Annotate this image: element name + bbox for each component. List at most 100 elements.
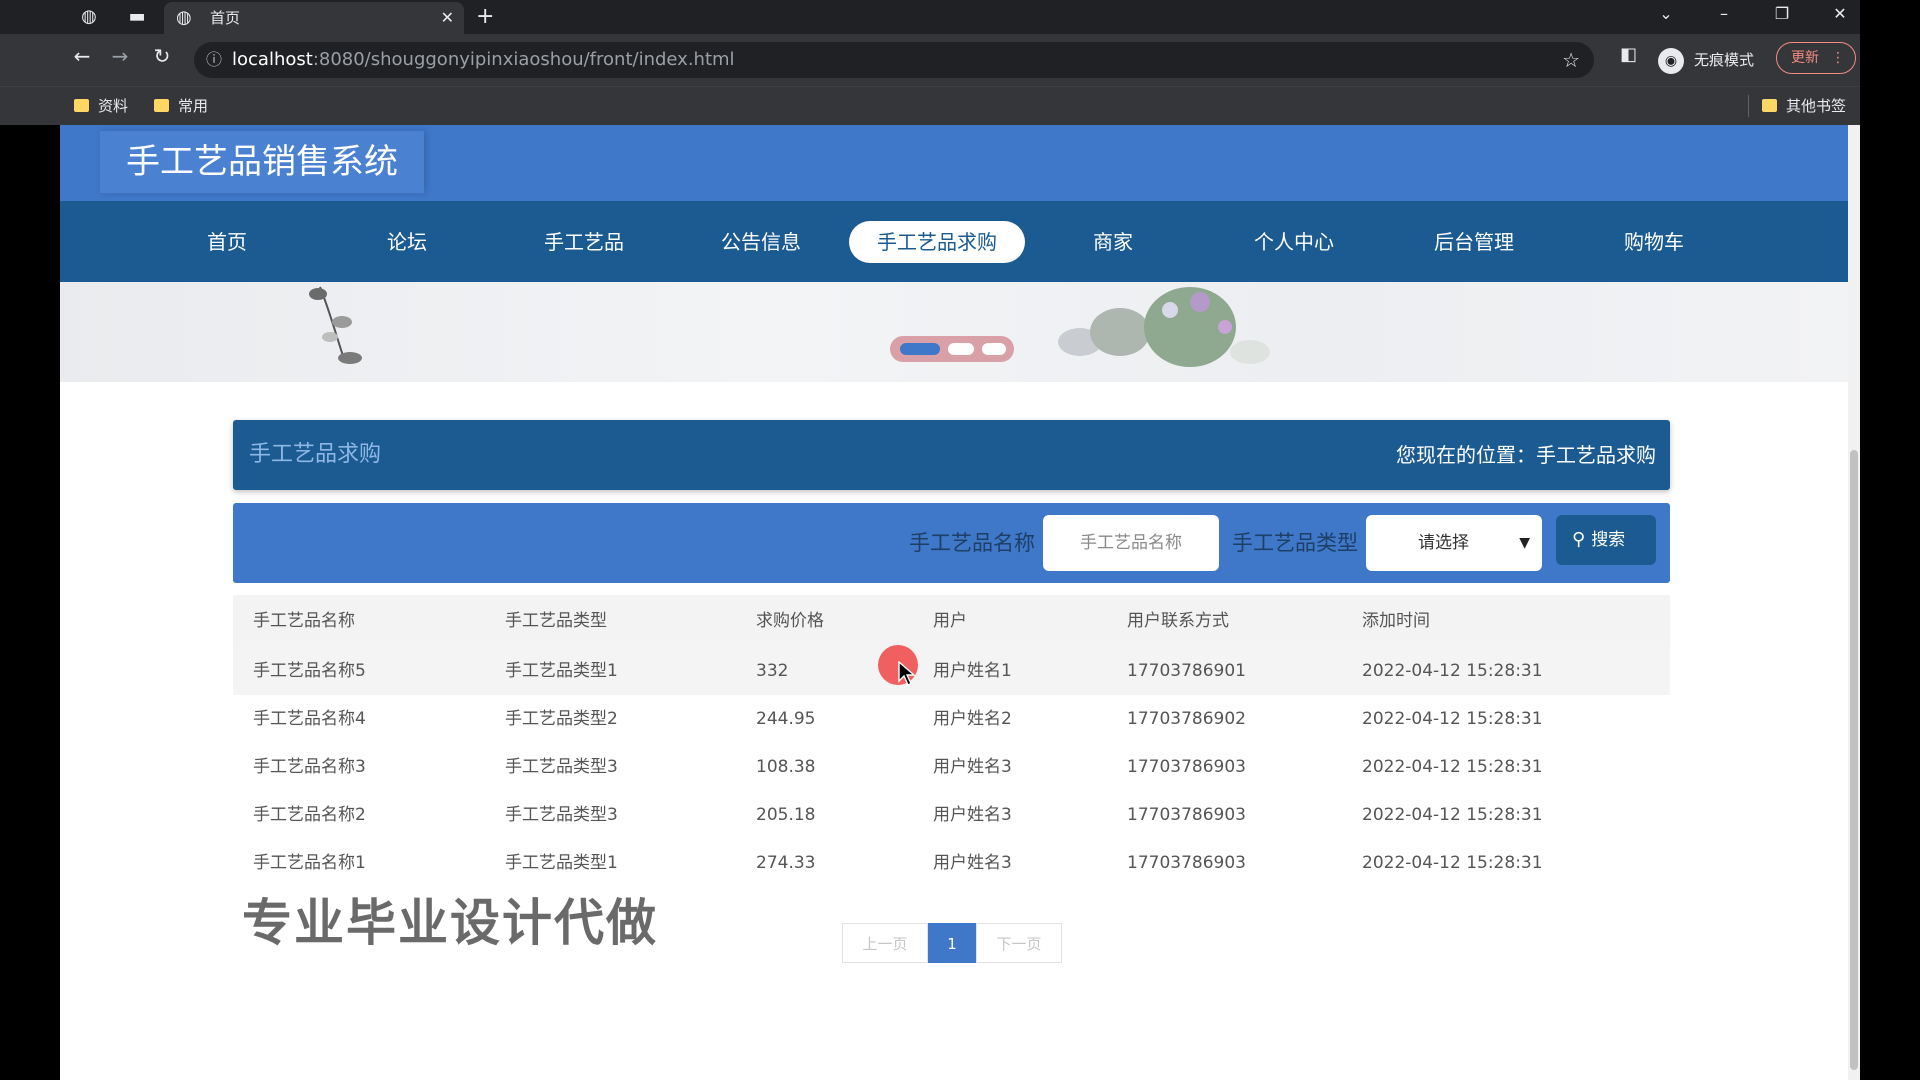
nav-announcements[interactable]: 公告信息 — [673, 221, 849, 263]
incognito-indicator[interactable]: ◉ 无痕模式 — [1658, 42, 1754, 78]
globe-icon: ◍ — [176, 7, 192, 28]
new-tab-icon[interactable]: + — [476, 0, 494, 34]
url-path: :8080/shouggonyipinxiaoshou/front/index.… — [312, 49, 735, 70]
close-icon[interactable]: ✕ — [441, 2, 454, 34]
cell-phone: 17703786903 — [1127, 757, 1246, 777]
cell-phone: 17703786903 — [1127, 805, 1246, 825]
nav-admin[interactable]: 后台管理 — [1386, 221, 1562, 263]
cell-user: 用户姓名3 — [933, 757, 1012, 777]
main-nav: 首页 论坛 手工艺品 公告信息 手工艺品求购 商家 个人中心 后台管理 购物车 — [60, 201, 1848, 282]
search-icon: ⚲ — [1572, 529, 1586, 550]
other-bookmarks[interactable]: 其他书签 — [1762, 87, 1846, 125]
name-label: 手工艺品名称 — [909, 531, 1035, 555]
section-title: 手工艺品求购 — [249, 442, 382, 467]
incognito-label: 无痕模式 — [1694, 51, 1755, 69]
nav-craft-requests[interactable]: 手工艺品求购 — [849, 221, 1025, 263]
cell-user: 用户姓名3 — [933, 805, 1012, 825]
reload-icon[interactable]: ↻ — [146, 44, 178, 68]
forward-icon[interactable]: → — [104, 44, 136, 68]
column-header: 求购价格 — [756, 611, 824, 631]
folder-icon — [154, 99, 169, 112]
folder-icon — [1762, 99, 1777, 112]
carousel-dot[interactable] — [982, 343, 1006, 355]
browser-tab[interactable]: ◍ 首页 ✕ — [164, 2, 464, 34]
cell-name: 手工艺品名称5 — [253, 661, 366, 681]
table-row[interactable]: 手工艺品名称5 手工艺品类型1 332 用户姓名1 17703786901 20… — [233, 647, 1670, 695]
cell-price: 274.33 — [756, 853, 816, 873]
cell-user: 用户姓名1 — [933, 661, 1012, 681]
cell-name: 手工艺品名称1 — [253, 853, 366, 873]
mouse-cursor-icon — [898, 661, 916, 686]
incognito-icon: ◉ — [1658, 48, 1684, 74]
bookmark-folder[interactable]: 资料 — [74, 87, 128, 125]
cell-time: 2022-04-12 15:28:31 — [1362, 805, 1543, 825]
browser-chrome: ◍ ▬ ◍ 首页 ✕ + ⌄ – ❐ ✕ ← → ↻ ⓘ localhost:8… — [0, 0, 1860, 125]
table-row[interactable]: 手工艺品名称2 手工艺品类型3 205.18 用户姓名3 17703786903… — [233, 791, 1670, 839]
name-search-input[interactable] — [1043, 515, 1219, 571]
side-panel-icon[interactable]: ◧ — [1620, 44, 1637, 65]
nav-personal-center[interactable]: 个人中心 — [1206, 221, 1382, 263]
table-row[interactable]: 手工艺品名称3 手工艺品类型3 108.38 用户姓名3 17703786903… — [233, 743, 1670, 791]
type-select[interactable]: 请选择 ▼ — [1366, 515, 1542, 571]
bookmark-star-icon[interactable]: ☆ — [1562, 42, 1580, 78]
search-button[interactable]: ⚲ 搜索 — [1556, 515, 1656, 565]
cell-name: 手工艺品名称3 — [253, 757, 366, 777]
cell-price: 332 — [756, 661, 789, 681]
flower-illustration — [309, 286, 362, 364]
column-header: 用户联系方式 — [1127, 611, 1229, 631]
banner-carousel — [60, 282, 1848, 382]
nav-merchants[interactable]: 商家 — [1025, 221, 1201, 263]
nav-forum[interactable]: 论坛 — [319, 221, 495, 263]
cell-type: 手工艺品类型3 — [505, 805, 618, 825]
window-icon[interactable]: ▬ — [120, 0, 154, 34]
next-page-button[interactable]: 下一页 — [976, 923, 1062, 963]
restore-icon[interactable]: ❐ — [1762, 0, 1802, 28]
scrollbar-thumb[interactable] — [1850, 450, 1858, 1070]
tab-title: 首页 — [210, 9, 241, 27]
info-icon[interactable]: ⓘ — [206, 42, 222, 78]
flower-illustration — [1058, 287, 1270, 367]
nav-home[interactable]: 首页 — [139, 221, 315, 263]
bookmark-separator — [1748, 95, 1749, 117]
watermark-text: 专业毕业设计代做 — [242, 894, 658, 952]
tab-strip: ◍ ▬ ◍ 首页 ✕ + ⌄ – ❐ ✕ — [0, 0, 1860, 34]
prev-page-button[interactable]: 上一页 — [842, 923, 928, 963]
cell-price: 108.38 — [756, 757, 816, 777]
site-title: 手工艺品销售系统 — [100, 131, 424, 193]
nav-cart[interactable]: 购物车 — [1566, 221, 1742, 263]
cell-price: 244.95 — [756, 709, 816, 729]
site-header: 手工艺品销售系统 — [60, 125, 1848, 201]
page-1-button[interactable]: 1 — [928, 923, 976, 963]
breadcrumb: 您现在的位置：手工艺品求购 — [1396, 443, 1656, 467]
cell-time: 2022-04-12 15:28:31 — [1362, 661, 1543, 681]
carousel-dot[interactable] — [948, 343, 974, 355]
chevron-down-icon[interactable]: ⌄ — [1646, 0, 1686, 28]
cell-time: 2022-04-12 15:28:31 — [1362, 853, 1543, 873]
minimize-icon[interactable]: – — [1704, 0, 1744, 28]
address-bar[interactable]: ⓘ localhost:8080/shouggonyipinxiaoshou/f… — [194, 42, 1594, 78]
cell-price: 205.18 — [756, 805, 816, 825]
url-host: localhost — [232, 49, 313, 70]
cell-time: 2022-04-12 15:28:31 — [1362, 709, 1543, 729]
update-button[interactable]: 更新 ⋮ — [1776, 42, 1856, 74]
web-page: 手工艺品销售系统 首页 论坛 手工艺品 公告信息 手工艺品求购 商家 个人中心 … — [60, 125, 1860, 1080]
close-window-icon[interactable]: ✕ — [1820, 0, 1860, 28]
back-icon[interactable]: ← — [66, 44, 98, 68]
bookmark-folder[interactable]: 常用 — [154, 87, 208, 125]
update-label: 更新 — [1791, 50, 1819, 66]
carousel-dot-active[interactable] — [900, 343, 940, 355]
table-row[interactable]: 手工艺品名称1 手工艺品类型1 274.33 用户姓名3 17703786903… — [233, 839, 1670, 887]
nav-crafts[interactable]: 手工艺品 — [496, 221, 672, 263]
cell-name: 手工艺品名称2 — [253, 805, 366, 825]
cell-user: 用户姓名3 — [933, 853, 1012, 873]
chevron-down-icon: ▼ — [1519, 535, 1530, 551]
cell-type: 手工艺品类型1 — [505, 661, 618, 681]
table-row[interactable]: 手工艺品名称4 手工艺品类型2 244.95 用户姓名2 17703786902… — [233, 695, 1670, 743]
folder-icon — [74, 99, 89, 112]
globe-icon[interactable]: ◍ — [72, 0, 106, 34]
page-scrollbar[interactable] — [1848, 125, 1860, 1080]
cell-phone: 17703786902 — [1127, 709, 1246, 729]
column-header: 手工艺品类型 — [505, 611, 607, 631]
more-menu-icon[interactable]: ⋮ — [1831, 43, 1845, 73]
cell-type: 手工艺品类型3 — [505, 757, 618, 777]
